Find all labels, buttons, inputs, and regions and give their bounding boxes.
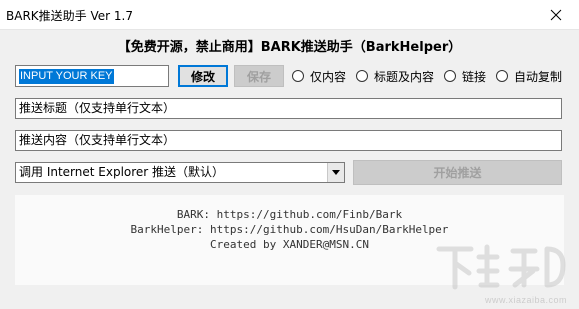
download-site-logo-icon	[436, 244, 566, 290]
radio-circle-icon	[292, 70, 304, 82]
radio-label: 标题及内容	[374, 69, 435, 84]
browser-select[interactable]: 调用 Internet Explorer 推送（默认）	[15, 162, 345, 183]
radio-circle-icon	[356, 70, 368, 82]
modify-button[interactable]: 修改	[178, 65, 228, 87]
radio-label: 仅内容	[310, 69, 347, 84]
bark-link-text: BARK: https://github.com/Finb/Bark	[176, 208, 403, 221]
key-input[interactable]: INPUT YOUR KEY	[15, 65, 169, 87]
push-content-field[interactable]: 推送内容（仅支持单行文本）	[15, 130, 562, 151]
close-button[interactable]	[533, 0, 579, 30]
radio-link[interactable]: 链接	[444, 66, 486, 86]
radio-circle-icon	[496, 70, 508, 82]
radio-label: 链接	[462, 69, 487, 84]
dropdown-arrow[interactable]	[327, 163, 344, 182]
save-button[interactable]: 保存	[234, 65, 284, 87]
app-heading: 【免费开源，禁止商用】BARK推送助手（BarkHelper）	[117, 40, 462, 55]
title-bar: BARK推送助手 Ver 1.7	[0, 0, 579, 30]
window-title: BARK推送助手 Ver 1.7	[6, 9, 133, 23]
start-push-button[interactable]: 开始推送	[353, 160, 562, 185]
radio-content-only[interactable]: 仅内容	[292, 66, 346, 86]
browser-select-value: 调用 Internet Explorer 推送（默认）	[19, 165, 225, 179]
push-title-field[interactable]: 推送标题（仅支持单行文本）	[15, 98, 562, 119]
radio-title-and-content[interactable]: 标题及内容	[356, 66, 434, 86]
watermark-url: www.xiazaiba.com	[484, 295, 567, 305]
radio-auto-copy[interactable]: 自动复制	[496, 66, 562, 86]
barkhelper-link-text: BarkHelper: https://github.com/HsuDan/Ba…	[130, 223, 449, 236]
watermark-logo: www.xiazaiba.com	[431, 241, 571, 305]
key-input-value: INPUT YOUR KEY	[19, 69, 114, 84]
close-icon	[550, 9, 562, 21]
radio-circle-icon	[444, 70, 456, 82]
radio-label: 自动复制	[514, 69, 563, 84]
chevron-down-icon	[332, 170, 340, 175]
